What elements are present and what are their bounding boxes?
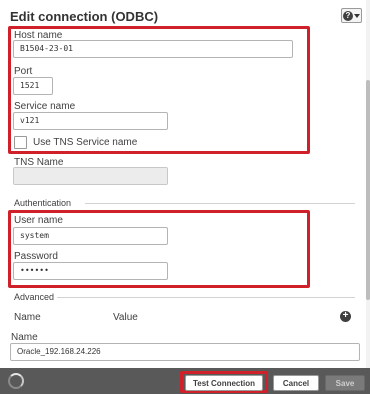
service-name-label: Service name [14, 101, 76, 112]
advanced-divider [57, 297, 355, 298]
advanced-value-column: Value [113, 312, 138, 323]
authentication-heading: Authentication [14, 198, 72, 208]
user-name-label: User name [14, 215, 63, 226]
question-circle-icon: ? [343, 10, 353, 21]
loading-spinner-icon [8, 373, 24, 389]
host-name-input[interactable]: B1504-23-01 [13, 40, 293, 58]
advanced-heading: Advanced [14, 292, 55, 302]
test-connection-button[interactable]: Test Connection [185, 375, 263, 391]
connection-name-label: Name [11, 332, 38, 343]
use-tns-checkbox[interactable] [14, 136, 27, 149]
chevron-down-icon [354, 13, 360, 18]
service-name-input[interactable]: v121 [13, 112, 168, 130]
port-input[interactable]: 1521 [13, 77, 53, 95]
help-button[interactable]: ? [341, 8, 362, 23]
authentication-divider [85, 203, 355, 204]
scrollbar-thumb[interactable] [366, 80, 370, 300]
password-input[interactable]: •••••• [13, 262, 168, 280]
cancel-button[interactable]: Cancel [273, 375, 319, 391]
save-button[interactable]: Save [325, 375, 365, 391]
advanced-name-column: Name [14, 312, 41, 323]
use-tns-label: Use TNS Service name [33, 137, 138, 148]
dialog-title: Edit connection (ODBC) [10, 9, 159, 24]
tns-name-input [13, 167, 168, 185]
password-label: Password [14, 251, 58, 262]
connection-name-input[interactable]: Oracle_192.168.24.226 [10, 343, 360, 361]
add-property-icon[interactable]: + [340, 311, 351, 322]
port-label: Port [14, 66, 33, 77]
user-name-input[interactable]: system [13, 227, 168, 245]
